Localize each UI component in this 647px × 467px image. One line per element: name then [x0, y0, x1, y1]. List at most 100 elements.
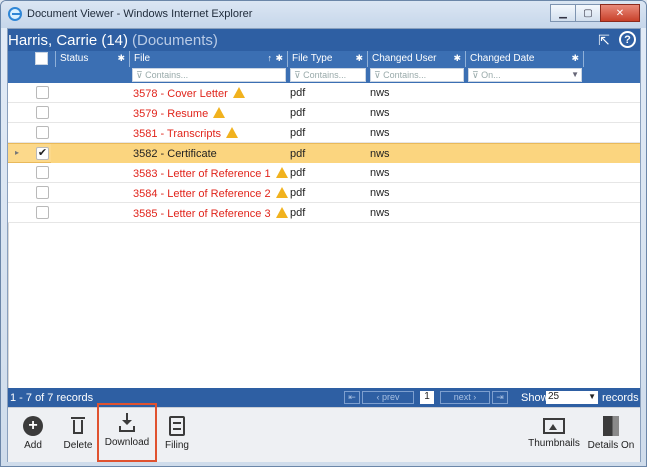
- file-type-filter-placeholder: Contains...: [303, 70, 347, 80]
- changed-date-filter-input[interactable]: ⊽ On... ▼: [468, 68, 582, 82]
- column-select: [8, 51, 56, 67]
- file-name-text: 3581 - Transcripts: [133, 128, 222, 140]
- prev-page-button[interactable]: ‹ prev: [362, 391, 414, 404]
- help-icon[interactable]: ?: [619, 31, 636, 48]
- column-settings-icon[interactable]: ✱: [117, 53, 125, 64]
- download-icon: [117, 413, 137, 433]
- window-title: Document Viewer - Windows Internet Explo…: [27, 8, 253, 20]
- filter-icon: ⊽: [374, 70, 384, 80]
- file-type: pdf: [290, 148, 306, 160]
- file-type: pdf: [290, 87, 306, 99]
- select-all-checkbox[interactable]: [35, 52, 48, 65]
- changed-user: nws: [370, 148, 390, 160]
- close-button[interactable]: ✕: [600, 4, 640, 22]
- file-name-text: 3584 - Letter of Reference 2: [133, 188, 271, 200]
- filing-button[interactable]: Filing: [162, 408, 192, 463]
- changed-user: nws: [370, 127, 390, 139]
- row-checkbox-checked[interactable]: ✔: [36, 147, 49, 160]
- warning-icon: [275, 187, 288, 198]
- row-expander-icon[interactable]: ▸: [15, 148, 19, 157]
- filing-cabinet-icon: [169, 416, 185, 436]
- thumbnails-label: Thumbnails: [528, 438, 580, 449]
- row-checkbox[interactable]: [36, 106, 49, 119]
- trash-icon: [68, 416, 88, 436]
- next-page-button[interactable]: next ›: [440, 391, 490, 404]
- file-type-filter-input[interactable]: ⊽ Contains...: [290, 68, 366, 82]
- column-file[interactable]: File ↑ ✱: [130, 51, 288, 67]
- row-checkbox[interactable]: [36, 126, 49, 139]
- filter-icon: ⊽: [136, 70, 146, 80]
- column-changed-user[interactable]: Changed User ✱: [368, 51, 466, 67]
- page-header: Harris, Carrie (14) (Documents) ⇱ ?: [8, 29, 640, 51]
- sort-ascending-icon: ↑: [267, 53, 273, 63]
- file-name[interactable]: 3579 - Resume: [133, 107, 226, 120]
- page-size-select[interactable]: 25 ▼: [546, 391, 598, 404]
- add-button[interactable]: + Add: [18, 408, 48, 463]
- row-checkbox[interactable]: [36, 166, 49, 179]
- maximize-button[interactable]: ▢: [575, 4, 601, 22]
- row-checkbox[interactable]: [36, 206, 49, 219]
- file-type: pdf: [290, 127, 306, 139]
- column-changed-date[interactable]: Changed Date ✱: [466, 51, 584, 67]
- details-on-label: Details On: [587, 440, 635, 451]
- table-row[interactable]: 3578 - Cover Letter pdf nws: [8, 83, 640, 103]
- page-number-input[interactable]: 1: [420, 391, 434, 404]
- filing-label: Filing: [165, 440, 189, 451]
- changed-user: nws: [370, 167, 390, 179]
- file-name[interactable]: 3584 - Letter of Reference 2: [133, 187, 288, 200]
- table-row-selected[interactable]: ▸ ✔ 3582 - Certificate pdf nws: [8, 143, 640, 163]
- last-page-button[interactable]: ⇥: [492, 391, 508, 404]
- records-label: records: [602, 392, 639, 404]
- changed-date-filter-placeholder: On...: [481, 70, 501, 80]
- delete-label: Delete: [63, 440, 93, 451]
- file-type: pdf: [290, 107, 306, 119]
- column-settings-icon[interactable]: ✱: [355, 53, 363, 64]
- download-button[interactable]: Download: [97, 403, 157, 462]
- column-settings-icon[interactable]: ✱: [275, 53, 283, 64]
- changed-user: nws: [370, 87, 390, 99]
- show-label: Show: [521, 392, 549, 404]
- first-page-button[interactable]: ⇤: [344, 391, 360, 404]
- file-name-text: 3579 - Resume: [133, 108, 209, 120]
- changed-user-filter-input[interactable]: ⊽ Contains...: [370, 68, 464, 82]
- changed-user: nws: [370, 207, 390, 219]
- details-on-button[interactable]: Details On: [586, 408, 636, 463]
- column-label-file-type: File Type: [292, 53, 333, 64]
- table-row[interactable]: 3585 - Letter of Reference 3 pdf nws: [8, 203, 640, 223]
- row-checkbox[interactable]: [36, 186, 49, 199]
- add-icon: +: [23, 416, 43, 436]
- file-filter-input[interactable]: ⊽ Contains...: [132, 68, 286, 82]
- row-checkbox[interactable]: [36, 86, 49, 99]
- minimize-button[interactable]: ▁: [550, 4, 576, 22]
- prev-label: prev: [381, 392, 400, 402]
- warning-icon: [232, 87, 245, 98]
- record-count: 1 - 7 of 7 records: [10, 392, 94, 404]
- table-row[interactable]: 3581 - Transcripts pdf nws: [8, 123, 640, 143]
- file-name[interactable]: 3581 - Transcripts: [133, 127, 239, 140]
- document-list: 3578 - Cover Letter pdf nws 3579 - Resum…: [8, 83, 640, 223]
- expand-icon[interactable]: ⇱: [595, 31, 613, 49]
- details-panel-icon: [603, 416, 619, 436]
- file-name[interactable]: 3578 - Cover Letter: [133, 87, 245, 100]
- action-toolbar: + Add Delete Download Filing Thumbnails: [8, 403, 640, 463]
- file-name[interactable]: 3583 - Letter of Reference 1: [133, 167, 288, 180]
- changed-user-filter-placeholder: Contains...: [383, 70, 427, 80]
- column-settings-icon[interactable]: ✱: [571, 53, 579, 64]
- column-settings-icon[interactable]: ✱: [453, 53, 461, 64]
- file-name[interactable]: 3585 - Letter of Reference 3: [133, 207, 288, 220]
- table-row[interactable]: 3583 - Letter of Reference 1 pdf nws: [8, 163, 640, 183]
- column-file-type[interactable]: File Type ✱: [288, 51, 368, 67]
- table-row[interactable]: 3584 - Letter of Reference 2 pdf nws: [8, 183, 640, 203]
- header-icons: ⇱ ?: [595, 31, 636, 49]
- next-label: next: [453, 392, 471, 402]
- table-row[interactable]: 3579 - Resume pdf nws: [8, 103, 640, 123]
- filter-row: ⊽ Contains... ⊽ Contains... ⊽ Contains..…: [8, 67, 640, 83]
- column-headers: Status ✱ File ↑ ✱ File Type ✱ Changed Us…: [8, 51, 640, 67]
- column-status[interactable]: Status ✱: [56, 51, 130, 67]
- chevron-down-icon[interactable]: ▼: [571, 69, 579, 81]
- warning-icon: [275, 167, 288, 178]
- thumbnails-button[interactable]: Thumbnails: [526, 408, 582, 463]
- delete-button[interactable]: Delete: [60, 408, 96, 463]
- file-name[interactable]: 3582 - Certificate: [133, 148, 217, 160]
- document-viewer: Harris, Carrie (14) (Documents) ⇱ ? Stat…: [7, 28, 641, 462]
